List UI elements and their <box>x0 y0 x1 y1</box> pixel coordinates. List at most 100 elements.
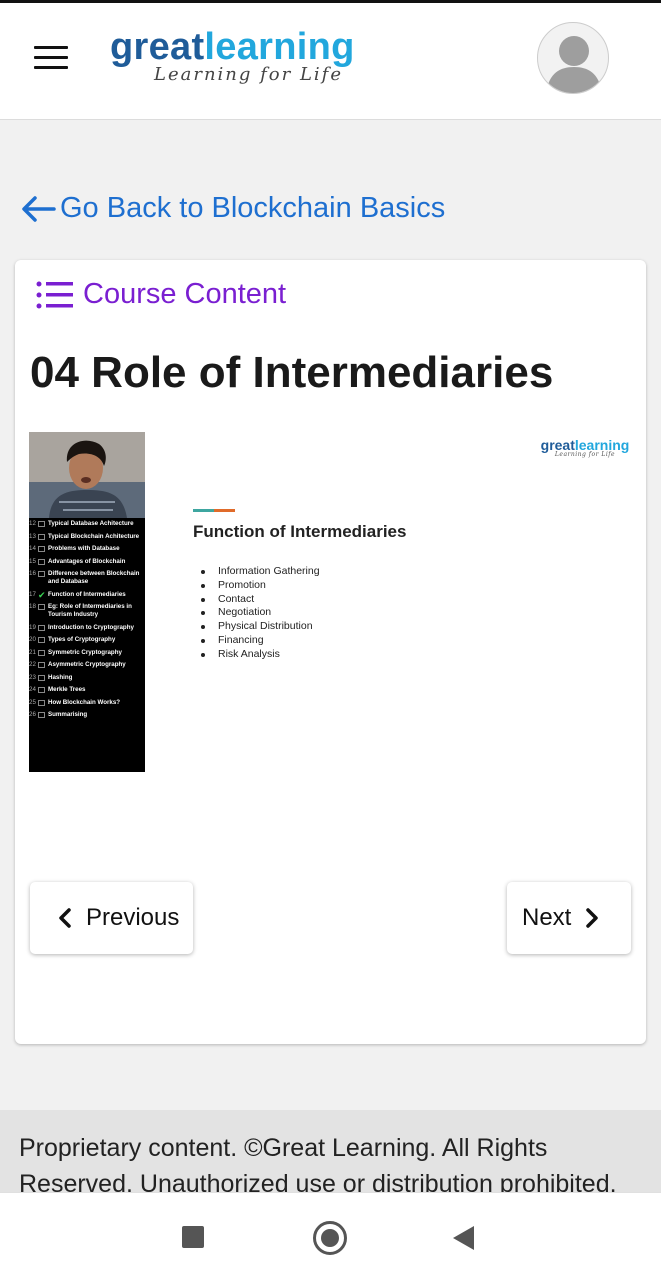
video-sidebar-panel: 12 Typical Database Achitecture 13 Typical … <box>29 432 145 772</box>
lesson-title: 04 Role of Intermediaries <box>30 348 554 397</box>
slide-bullet-item: Information Gathering <box>201 565 320 579</box>
chapter-label: Eg: Role of Intermediaries in Tourism In… <box>48 603 132 618</box>
video-chapter-item: 23 Hashing <box>29 674 145 682</box>
slide-bullet-item: Physical Distribution <box>201 620 320 634</box>
chapter-number: 20 <box>29 636 36 643</box>
chapter-number: 14 <box>29 545 36 552</box>
chapter-number: 24 <box>29 686 36 693</box>
back-triangle-icon[interactable] <box>453 1226 474 1250</box>
chapter-number: 15 <box>29 557 36 565</box>
checkbox-icon <box>38 712 45 718</box>
chapter-label: Advantages of Blockchain <box>48 557 126 565</box>
user-silhouette-icon <box>546 36 602 93</box>
slide-accent-bar <box>193 509 235 512</box>
video-chapter-item: 24 Merkle Trees <box>29 686 145 694</box>
slide-bullet-item: Risk Analysis <box>201 648 320 662</box>
checkbox-icon <box>38 624 45 631</box>
checkbox-icon <box>38 604 45 610</box>
video-chapter-item: 20 Types of Cryptography <box>29 636 145 644</box>
chevron-left-icon <box>59 908 71 928</box>
greatlearning-logo[interactable]: greatlearning Learning for Life <box>110 27 400 85</box>
back-to-course-link[interactable]: Go Back to Blockchain Basics <box>20 192 445 225</box>
chapter-label: Merkle Trees <box>48 686 86 693</box>
chapter-label: Introduction to Cryptography <box>48 623 134 631</box>
slide-bullet-item: Negotiation <box>201 606 320 620</box>
lesson-card: Course Content 04 Role of Intermediaries… <box>15 260 646 1044</box>
chapter-label: Symmetric Cryptography <box>48 648 122 656</box>
logo-learning-text: learning <box>204 26 355 68</box>
chapter-number: 12 <box>29 520 36 527</box>
checkbox-icon <box>38 687 45 693</box>
back-link-label: Go Back to Blockchain Basics <box>60 192 446 224</box>
user-avatar[interactable] <box>537 22 609 94</box>
video-chapter-item: 17 ✔ Function of Intermediaries <box>29 589 145 600</box>
checkbox-icon <box>38 521 45 527</box>
chapter-number: 22 <box>29 661 36 668</box>
chapter-label: How Blockchain Works? <box>48 698 121 706</box>
video-chapter-item: 26 Summarising <box>29 711 145 719</box>
next-button[interactable]: Next <box>507 882 631 954</box>
list-icon <box>36 281 73 308</box>
chapter-number: 26 <box>29 711 36 718</box>
chevron-right-icon <box>586 908 599 928</box>
video-chapter-item: 13 Typical Blockchain Achitecture <box>29 533 145 541</box>
chapter-number: 23 <box>29 673 36 681</box>
checkbox-icon <box>38 649 45 656</box>
slide-bullet-item: Promotion <box>201 579 320 593</box>
video-chapter-item: 25 How Blockchain Works? <box>29 699 145 707</box>
slide-heading: Function of Intermediaries <box>193 522 407 541</box>
chapter-number: 18 <box>29 603 36 610</box>
slide-logo: greatlearning Learning for Life <box>535 437 635 458</box>
checkbox-icon <box>38 546 45 552</box>
video-chapter-list: 12 Typical Database Achitecture 13 Typical … <box>29 520 145 724</box>
slide-bullet-item: Financing <box>201 634 320 648</box>
chapter-number: 25 <box>29 698 36 706</box>
app-header: greatlearning Learning for Life <box>0 3 661 120</box>
chapter-label: Problems with Database <box>48 545 120 552</box>
chapter-number: 19 <box>29 623 36 631</box>
chapter-label: Typical Blockchain Achitecture <box>48 532 140 540</box>
checkbox-icon <box>38 699 45 706</box>
logo-tagline: Learning for Life <box>154 64 343 85</box>
checkbox-icon <box>38 558 45 565</box>
chapter-label: Function of Intermediaries <box>48 590 126 598</box>
android-nav-bar <box>0 1192 661 1280</box>
chapter-label: Summarising <box>48 711 88 718</box>
chapter-label: Hashing <box>48 673 73 681</box>
video-chapter-item: 14 Problems with Database <box>29 545 145 553</box>
previous-button-label: Previous <box>86 904 180 931</box>
chapter-label: Difference between Blockchain and Databa… <box>48 570 140 585</box>
slide-bullet-list: Information Gathering Promotion Contact Neg… <box>201 565 320 662</box>
checkbox-icon <box>38 674 45 681</box>
video-chapter-item: 16 Difference between Blockchain and Data… <box>29 570 145 586</box>
video-chapter-item: 18 Eg: Role of Intermediaries in Tourism … <box>29 603 145 619</box>
hamburger-menu-icon[interactable] <box>34 46 68 72</box>
previous-button[interactable]: Previous <box>30 882 193 954</box>
home-icon[interactable] <box>313 1221 347 1255</box>
logo-great-text: great <box>110 26 205 68</box>
video-chapter-item: 15 Advantages of Blockchain <box>29 558 145 566</box>
video-player[interactable]: 12 Typical Database Achitecture 13 Typical … <box>29 432 635 774</box>
chapter-number: 21 <box>29 648 36 656</box>
slide-bullet-item: Contact <box>201 593 320 607</box>
video-chapter-item: 12 Typical Database Achitecture <box>29 520 145 528</box>
footer-copyright: Proprietary content. ©Great Learning. Al… <box>0 1110 661 1200</box>
course-content-button[interactable]: Course Content <box>35 278 286 311</box>
presenter-webcam-image <box>29 432 145 518</box>
chapter-label: Typical Database Achitecture <box>48 520 134 527</box>
chapter-number: 13 <box>29 532 36 540</box>
chapter-label: Types of Cryptography <box>48 636 116 643</box>
video-chapter-item: 19 Introduction to Cryptography <box>29 624 145 632</box>
checkmark-icon: ✔ <box>38 589 46 600</box>
arrow-left-icon <box>22 195 56 222</box>
chapter-number: 16 <box>29 570 36 577</box>
checkbox-icon <box>38 533 45 540</box>
recent-apps-icon[interactable] <box>182 1226 204 1248</box>
checkbox-icon <box>38 662 45 668</box>
next-button-label: Next <box>522 904 572 931</box>
chapter-number: 17 <box>29 590 36 598</box>
checkbox-icon <box>38 637 45 643</box>
video-chapter-item: 21 Symmetric Cryptography <box>29 649 145 657</box>
course-content-label: Course Content <box>83 278 287 310</box>
video-chapter-item: 22 Asymmetric Cryptography <box>29 661 145 669</box>
